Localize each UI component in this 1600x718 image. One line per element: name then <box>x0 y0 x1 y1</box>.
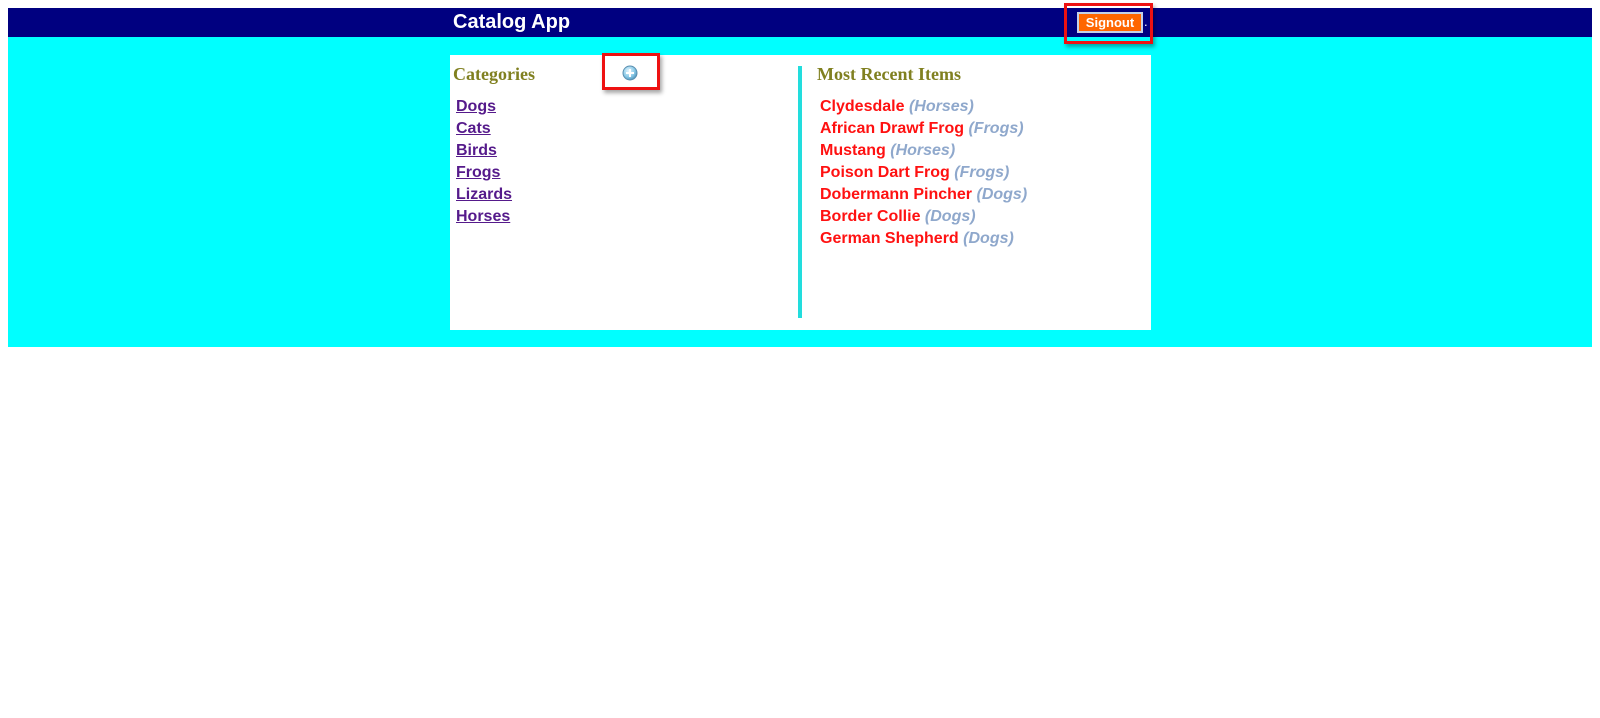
recent-item-category: (Dogs) <box>976 186 1028 203</box>
category-link-lizards[interactable]: Lizards <box>456 186 512 203</box>
category-link-frogs[interactable]: Frogs <box>456 164 500 181</box>
list-item: Lizards <box>456 184 512 206</box>
recent-item-name: Clydesdale <box>820 98 905 115</box>
list-item: Dogs <box>456 96 512 118</box>
recent-item-name: Border Collie <box>820 208 921 225</box>
recent-item-category: (Frogs) <box>968 120 1024 137</box>
recent-items-heading: Most Recent Items <box>817 64 961 84</box>
list-item: Frogs <box>456 162 512 184</box>
signout-button[interactable]: Signout <box>1077 12 1143 33</box>
recent-items-list: Clydesdale (Horses) African Drawf Frog (… <box>820 96 1027 250</box>
recent-item-category: (Dogs) <box>963 230 1014 247</box>
recent-item-category: (Horses) <box>908 98 974 115</box>
category-link-birds[interactable]: Birds <box>456 142 497 159</box>
list-item: Poison Dart Frog (Frogs) <box>820 162 1027 184</box>
add-circle-icon[interactable] <box>622 65 638 81</box>
recent-item-category: (Horses) <box>890 142 956 159</box>
list-item: Birds <box>456 140 512 162</box>
recent-item-category: (Frogs) <box>954 164 1010 181</box>
recent-item-category: (Dogs) <box>924 208 976 225</box>
app-title: Catalog App <box>453 11 571 33</box>
list-item: Clydesdale (Horses) <box>820 96 1027 118</box>
list-item: Dobermann Pincher (Dogs) <box>820 184 1027 206</box>
list-item: German Shepherd (Dogs) <box>820 228 1027 250</box>
list-item: African Drawf Frog (Frogs) <box>820 118 1027 140</box>
recent-item-name: African Drawf Frog <box>820 120 965 137</box>
list-item: Mustang (Horses) <box>820 140 1027 162</box>
list-item: Cats <box>456 118 512 140</box>
list-item: Horses <box>456 206 512 228</box>
category-link-cats[interactable]: Cats <box>456 120 491 137</box>
recent-item-name: Dobermann Pincher <box>820 186 973 203</box>
recent-item-name: German Shepherd <box>820 230 959 247</box>
column-divider <box>798 66 802 318</box>
header-bar <box>8 8 1592 37</box>
recent-item-name: Mustang <box>820 142 886 159</box>
recent-item-name: Poison Dart Frog <box>820 164 950 181</box>
categories-heading: Categories <box>453 64 535 84</box>
category-link-horses[interactable]: Horses <box>456 208 510 225</box>
category-list: Dogs Cats Birds Frogs Lizards Horses <box>456 96 512 228</box>
signout-suffix: . <box>1144 14 1148 29</box>
category-link-dogs[interactable]: Dogs <box>456 98 496 115</box>
list-item: Border Collie (Dogs) <box>820 206 1027 228</box>
